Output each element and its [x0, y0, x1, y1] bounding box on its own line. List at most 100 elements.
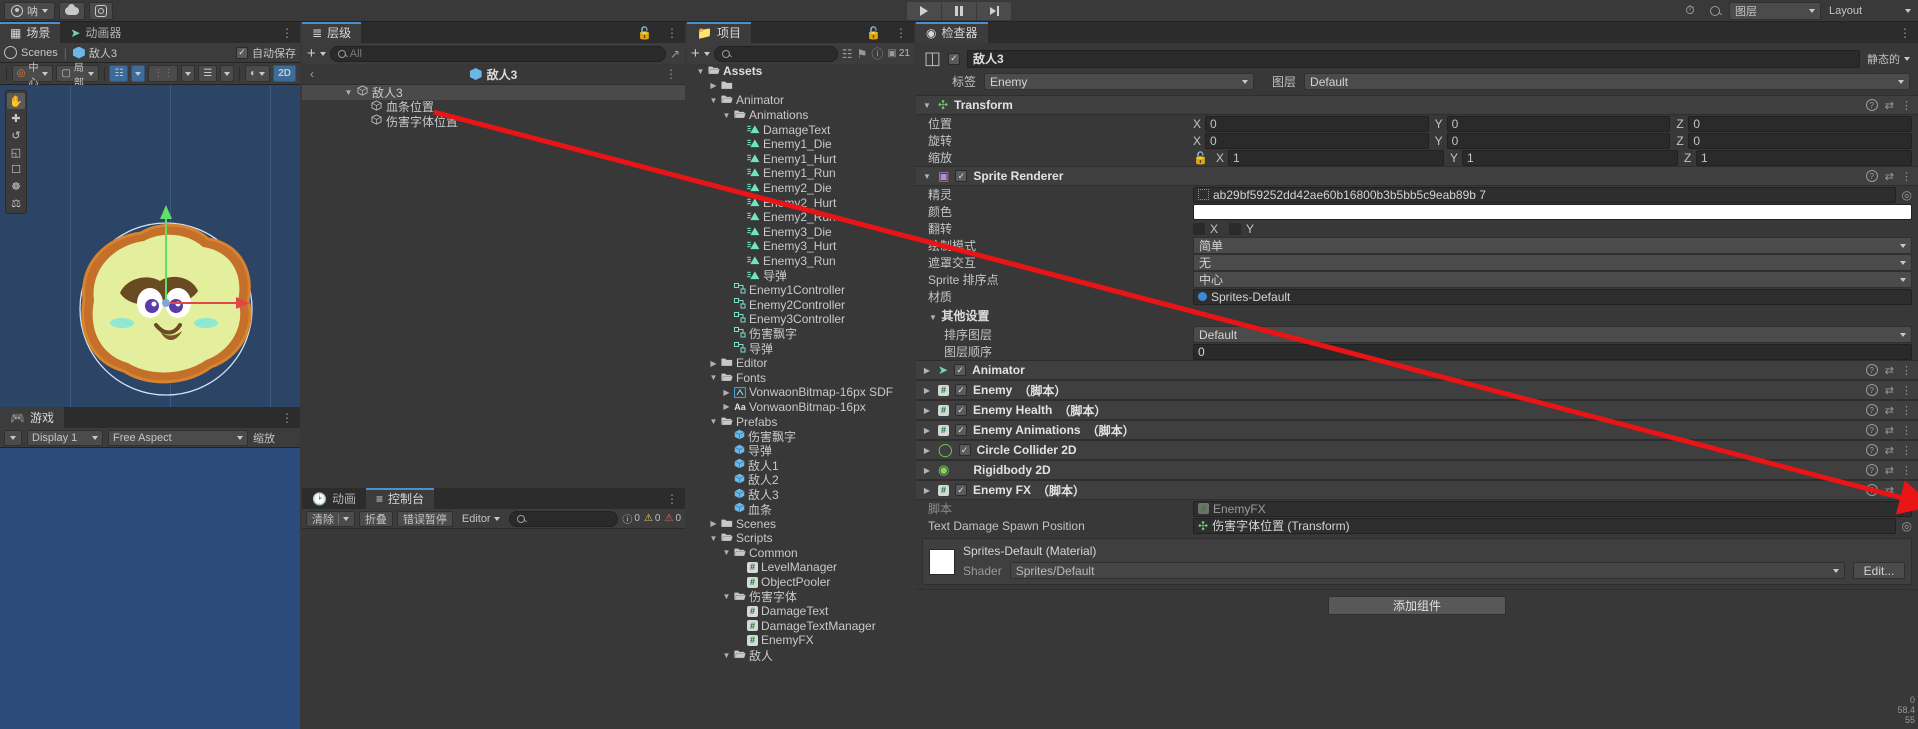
component-menu-icon[interactable]: ⋮ [1901, 384, 1912, 397]
chevron-down-icon[interactable] [703, 51, 710, 56]
component-menu-icon[interactable]: ⋮ [1901, 404, 1912, 417]
project-item[interactable]: ▶ Editor [687, 356, 914, 371]
breadcrumb-object[interactable]: 敌人3 [72, 45, 117, 61]
gizmos-dropdown[interactable]: ◐ [245, 65, 271, 82]
warning-count[interactable]: ⚠ 0 [644, 513, 661, 524]
project-item[interactable]: ▶ Aa VonwaonBitmap-16px [687, 400, 914, 415]
position-y-field[interactable]: 0 [1446, 115, 1671, 132]
preset-icon[interactable]: ⇄ [1885, 364, 1894, 377]
foldout-icon[interactable]: ▼ [922, 172, 932, 181]
rect-tool-icon[interactable]: ☐ [7, 161, 25, 177]
search-icon[interactable] [1704, 2, 1726, 20]
hierarchy-search-input[interactable]: All [329, 45, 666, 62]
inspector-options-menu[interactable]: ⋮ [1892, 22, 1918, 43]
layers-dropdown[interactable]: 图层 [1729, 1, 1821, 20]
grid-snap-button[interactable]: ☷ [109, 65, 129, 82]
foldout-icon[interactable]: ▶ [722, 402, 731, 411]
flip-y-checkbox[interactable] [1229, 222, 1242, 235]
console-options-menu[interactable]: ⋮ [659, 488, 685, 509]
project-item[interactable]: Enemy1_Run [687, 166, 914, 181]
tab-game[interactable]: 🎮 游戏 [0, 407, 64, 428]
back-icon[interactable]: ‹ [310, 67, 314, 81]
hierarchy-options-menu[interactable]: ⋮ [659, 22, 685, 43]
gameobject-active-checkbox[interactable]: ✓ [948, 52, 961, 65]
breadcrumb-scene[interactable]: Scenes [4, 46, 58, 59]
shader-dropdown[interactable]: Sprites/Default [1009, 562, 1845, 579]
project-item[interactable]: Enemy3_Die [687, 225, 914, 240]
pause-button[interactable] [942, 1, 976, 20]
save-search-icon[interactable]: ☷ [842, 47, 853, 61]
lock-icon[interactable]: 🔓 [630, 22, 659, 43]
grid-snap-dropdown[interactable] [131, 65, 146, 82]
scene-viewport[interactable]: ✋ ✚ ↺ ◱ ☐ ☸ ⚖ [0, 85, 300, 407]
project-item[interactable]: # DamageText [687, 604, 914, 619]
move-tool-icon[interactable]: ✚ [7, 110, 25, 126]
lock-icon[interactable]: 🔓 [859, 22, 888, 43]
project-item[interactable]: # ObjectPooler [687, 575, 914, 590]
toggle-2d-button[interactable]: 2D [273, 65, 296, 82]
project-item[interactable]: ▶ [687, 79, 914, 94]
foldout-icon[interactable]: ▼ [696, 67, 705, 76]
settings-button[interactable] [89, 1, 113, 20]
create-asset-button[interactable]: + [691, 46, 700, 61]
material-object-field[interactable]: Sprites-Default [1193, 288, 1912, 305]
preset-icon[interactable]: ⇄ [1885, 170, 1894, 183]
clear-button[interactable]: 清除 | [306, 510, 355, 527]
help-icon[interactable]: ? [1865, 364, 1878, 376]
preset-icon[interactable]: ⇄ [1885, 424, 1894, 437]
component-header-enemy[interactable]: ▶ # ✓ Enemy （脚本）? ⇄ ⋮ [916, 380, 1918, 400]
label-icon[interactable]: ⚑ [857, 47, 868, 61]
hierarchy-item[interactable]: ▼ 敌人3 [302, 85, 685, 100]
layer-dropdown[interactable]: Default [1304, 73, 1910, 90]
project-options-menu[interactable]: ⋮ [888, 22, 914, 43]
editor-dropdown[interactable]: Editor [457, 511, 505, 527]
preset-icon[interactable]: ⇄ [1885, 464, 1894, 477]
custom-tool-icon[interactable]: ⚖ [7, 195, 25, 211]
foldout-icon[interactable]: ▼ [722, 592, 731, 601]
component-menu-icon[interactable]: ⋮ [1901, 464, 1912, 477]
help-icon[interactable]: ? [1865, 170, 1878, 182]
sprite-renderer-enabled-checkbox[interactable]: ✓ [955, 170, 968, 182]
scale-lock-icon[interactable]: 🔓 [1193, 151, 1208, 165]
component-enabled-checkbox[interactable]: ✓ [958, 444, 971, 456]
history-icon[interactable]: ⏱ [1679, 2, 1701, 20]
project-item[interactable]: ▼ Fonts [687, 370, 914, 385]
project-item[interactable]: Enemy1Controller [687, 283, 914, 298]
foldout-icon[interactable]: ▶ [709, 81, 718, 90]
foldout-icon[interactable]: ▼ [722, 111, 731, 120]
component-enabled-checkbox[interactable]: ✓ [955, 424, 967, 436]
mask-dropdown[interactable]: 无 [1193, 254, 1912, 271]
help-icon[interactable]: ⓘ [871, 45, 883, 62]
foldout-icon[interactable]: ▶ [922, 406, 932, 415]
foldout-icon[interactable]: ▼ [709, 96, 718, 105]
project-item[interactable]: ▶ VonwaonBitmap-16px SDF [687, 385, 914, 400]
project-item[interactable]: ▼ Scripts [687, 531, 914, 546]
project-item[interactable]: DamageText [687, 122, 914, 137]
tab-scene[interactable]: ▦ 场景 [0, 22, 61, 43]
component-menu-icon[interactable]: ⋮ [1901, 364, 1912, 377]
error-pause-button[interactable]: 错误暂停 [396, 510, 453, 527]
project-item[interactable]: # LevelManager [687, 560, 914, 575]
order-field[interactable]: 0 [1193, 343, 1912, 360]
rotate-tool-icon[interactable]: ↺ [7, 127, 25, 143]
project-item[interactable]: # DamageTextManager [687, 619, 914, 634]
component-header-sprite-renderer[interactable]: ▼ ▣ ✓ Sprite Renderer ? ⇄ ⋮ [916, 166, 1918, 186]
project-item[interactable]: 敌人2 [687, 473, 914, 487]
preset-icon[interactable]: ⇄ [1885, 484, 1894, 497]
account-button[interactable]: 呐 [4, 1, 55, 20]
component-header-enemy-fx[interactable]: ▶ # ✓ Enemy FX （脚本）? ⇄ ⋮ [916, 480, 1918, 500]
foldout-icon[interactable]: ▶ [709, 519, 718, 528]
foldout-icon[interactable]: ▶ [922, 426, 932, 435]
tab-inspector[interactable]: ◉ 检查器 [916, 22, 988, 43]
tab-animator[interactable]: ➤ 动画器 [60, 22, 132, 43]
aspect-dropdown[interactable]: Free Aspect [108, 429, 248, 446]
project-item[interactable]: Enemy2_Run [687, 210, 914, 225]
component-enabled-checkbox[interactable]: ✓ [955, 484, 967, 496]
console-log-area[interactable] [302, 529, 685, 729]
scale-z-field[interactable]: 1 [1695, 149, 1912, 166]
component-menu-icon[interactable]: ⋮ [1901, 170, 1912, 183]
component-menu-icon[interactable]: ⋮ [1901, 99, 1912, 112]
flip-x-checkbox[interactable] [1193, 222, 1205, 235]
project-item[interactable]: ▼ Animations [687, 108, 914, 123]
pivot-dropdown[interactable]: ◎ 中心 [11, 63, 54, 89]
